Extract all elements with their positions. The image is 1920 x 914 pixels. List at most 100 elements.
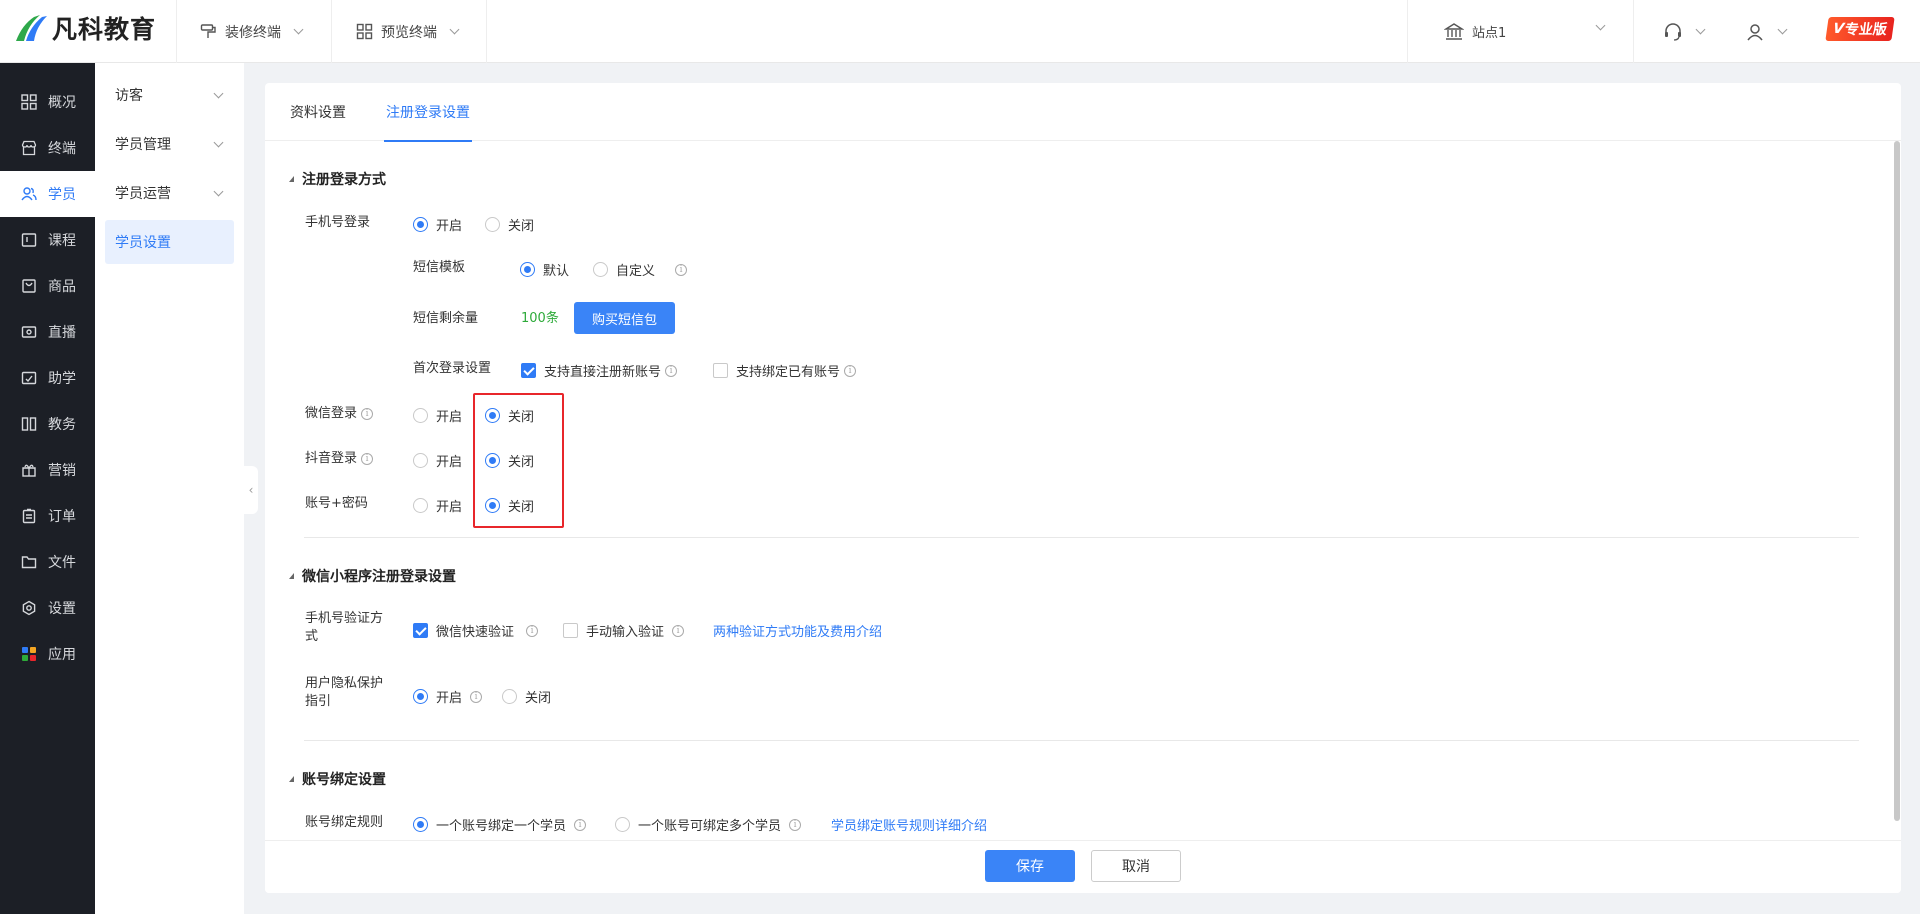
section-account-binding[interactable]: 账号绑定设置: [289, 769, 386, 789]
nav-item-overview[interactable]: 概况: [0, 79, 95, 125]
support-dropdown[interactable]: [1663, 0, 1706, 63]
nav-item-label: 设置: [48, 601, 76, 617]
privacy-guide-on-radio[interactable]: 开启 i: [413, 687, 483, 706]
nav-item-orders[interactable]: 订单: [0, 493, 95, 539]
subnav-item-student-settings[interactable]: 学员设置: [105, 220, 234, 264]
label-text: 微信登录: [305, 406, 358, 421]
subnav-item-label: 学员设置: [115, 235, 171, 251]
radio-unchecked: [413, 408, 428, 423]
folder-icon: [20, 553, 38, 571]
wechat-login-on-radio[interactable]: 开启: [413, 406, 462, 425]
cancel-button[interactable]: 取消: [1091, 850, 1181, 882]
store-icon: [20, 139, 38, 157]
subnav-item-label: 学员管理: [115, 137, 171, 153]
logo[interactable]: 凡科教育: [14, 10, 156, 46]
douyin-login-off-radio[interactable]: 关闭: [485, 451, 534, 470]
account-password-off-radio[interactable]: 关闭: [485, 496, 534, 515]
sms-template-default-radio[interactable]: 默认: [520, 260, 569, 279]
manual-verify-checkbox[interactable]: 手动输入验证 i: [563, 621, 685, 640]
info-icon[interactable]: i: [789, 818, 802, 831]
checkbox-unchecked: [713, 363, 728, 378]
nav-item-terminal[interactable]: 终端: [0, 125, 95, 171]
sms-template-custom-radio[interactable]: 自定义 i: [593, 260, 688, 279]
account-password-on-radio[interactable]: 开启: [413, 496, 462, 515]
option-label: 关闭: [508, 219, 535, 234]
buy-sms-button[interactable]: 购买短信包: [574, 302, 675, 334]
info-icon[interactable]: i: [675, 263, 688, 276]
site-selector[interactable]: 站点1: [1444, 0, 1606, 63]
nav-item-academic[interactable]: 教务: [0, 401, 95, 447]
nav-item-marketing[interactable]: 营销: [0, 447, 95, 493]
site-name: 站点1: [1472, 26, 1507, 41]
student-subnav: 访客 学员管理 学员运营 学员设置: [95, 63, 244, 914]
pro-edition-badge[interactable]: V 专业版: [1825, 17, 1895, 41]
collapse-sidebar-button[interactable]: ‹: [244, 466, 258, 514]
nav-item-label: 直播: [48, 325, 76, 341]
douyin-login-on-radio[interactable]: 开启: [413, 451, 462, 470]
privacy-guide-label: 用户隐私保护 指引: [305, 675, 383, 711]
info-icon[interactable]: i: [574, 818, 587, 831]
verify-methods-intro-link[interactable]: 两种验证方式功能及费用介绍: [713, 621, 882, 640]
info-icon[interactable]: i: [672, 624, 685, 637]
nav-item-files[interactable]: 文件: [0, 539, 95, 585]
radio-unchecked: [413, 498, 428, 513]
wechat-login-off-radio[interactable]: 关闭: [485, 406, 534, 425]
radio-checked: [413, 217, 428, 232]
logo-icon: [16, 15, 47, 41]
info-icon[interactable]: i: [526, 624, 539, 637]
one-account-many-students-radio[interactable]: 一个账号可绑定多个学员 i: [615, 815, 802, 834]
nav-item-products[interactable]: 商品: [0, 263, 95, 309]
info-icon[interactable]: i: [361, 453, 374, 465]
one-account-one-student-radio[interactable]: 一个账号绑定一个学员 i: [413, 815, 587, 834]
info-icon[interactable]: i: [665, 364, 678, 377]
info-icon[interactable]: i: [470, 690, 483, 703]
section-login-methods[interactable]: 注册登录方式: [289, 169, 386, 189]
apps-icon: [20, 645, 38, 663]
wechat-quick-verify-checkbox[interactable]: 微信快速验证 i: [413, 621, 539, 640]
radio-checked: [413, 817, 428, 832]
allow-register-checkbox[interactable]: 支持直接注册新账号 i: [521, 361, 678, 380]
privacy-guide-off-radio[interactable]: 关闭: [502, 687, 551, 706]
subnav-item-student-management[interactable]: 学员管理: [105, 122, 234, 166]
subnav-item-student-operations[interactable]: 学员运营: [105, 171, 234, 215]
radio-unchecked: [593, 262, 608, 277]
gift-icon: [20, 461, 38, 479]
save-button[interactable]: 保存: [985, 850, 1075, 882]
binding-rule-detail-link[interactable]: 学员绑定账号规则详细介绍: [831, 815, 987, 834]
label-text: 式: [305, 629, 319, 644]
phone-verify-label: 手机号验证方 式: [305, 610, 383, 646]
phone-login-on-radio[interactable]: 开启: [413, 215, 462, 234]
subnav-item-visitors[interactable]: 访客: [105, 73, 234, 117]
phone-login-off-radio[interactable]: 关闭: [485, 215, 534, 234]
section-divider: [304, 740, 1859, 741]
grid-icon: [20, 93, 38, 111]
option-label: 支持绑定已有账号: [736, 365, 841, 380]
nav-item-courses[interactable]: 课程: [0, 217, 95, 263]
decorate-terminal-dropdown[interactable]: 装修终端: [200, 0, 304, 63]
option-label: 关闭: [508, 455, 535, 470]
option-label: 开启: [436, 691, 463, 706]
info-icon[interactable]: i: [844, 364, 857, 377]
preview-terminal-dropdown[interactable]: 预览终端: [356, 0, 460, 63]
section-title: 账号绑定设置: [302, 772, 386, 788]
section-miniprogram[interactable]: 微信小程序注册登录设置: [289, 566, 456, 586]
scrollbar[interactable]: [1894, 141, 1900, 821]
info-icon[interactable]: i: [361, 408, 374, 420]
nav-item-apps[interactable]: 应用: [0, 631, 95, 677]
user-dropdown[interactable]: [1745, 0, 1788, 63]
settings-content[interactable]: 注册登录方式 手机号登录 开启 关闭 短信模板 默认 自定义 i 短信剩余量 10…: [265, 142, 1901, 840]
allow-bind-checkbox[interactable]: 支持绑定已有账号 i: [713, 361, 857, 380]
tab-register-login-settings[interactable]: 注册登录设置: [384, 83, 472, 142]
radio-checked: [485, 498, 500, 513]
nav-item-label: 概况: [48, 95, 76, 111]
tab-profile-settings[interactable]: 资料设置: [288, 83, 348, 141]
option-label: 默认: [543, 264, 570, 279]
chevron-down-icon: [213, 88, 224, 98]
label-text: 抖音登录: [305, 451, 358, 466]
nav-item-settings[interactable]: 设置: [0, 585, 95, 631]
nav-item-assist[interactable]: 助学: [0, 355, 95, 401]
form-footer: 保存 取消: [265, 840, 1901, 893]
nav-item-students[interactable]: 学员: [0, 171, 95, 217]
user-icon: [1747, 23, 1763, 40]
nav-item-live[interactable]: 直播: [0, 309, 95, 355]
